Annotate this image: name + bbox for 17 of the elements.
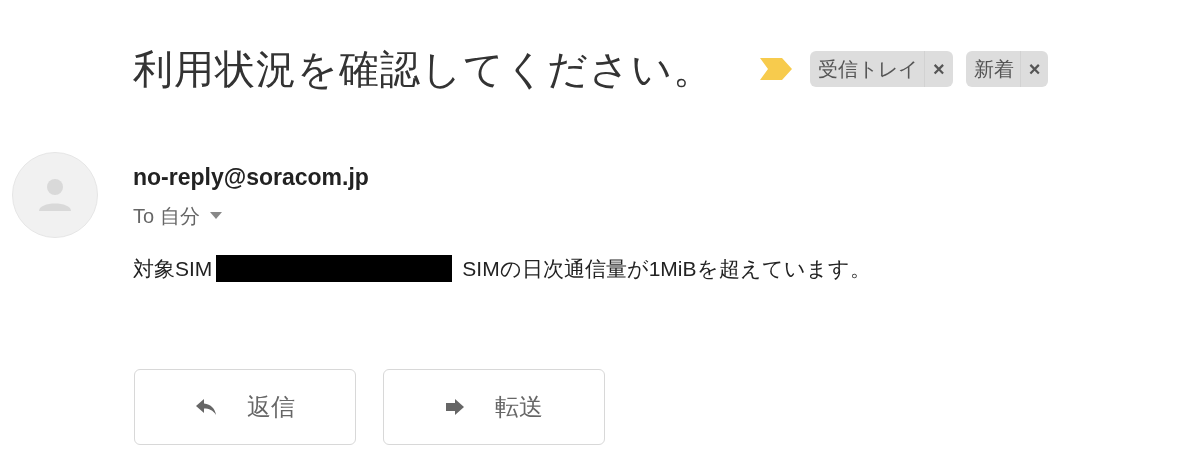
body-text: 対象SIM	[133, 255, 213, 282]
reply-icon	[195, 398, 217, 416]
dropdown-caret-icon[interactable]	[210, 212, 223, 219]
recipient-prefix: To	[133, 203, 155, 229]
sender-email: no-reply@soracom.jp	[133, 163, 370, 192]
label-name[interactable]: 新着	[965, 54, 1020, 84]
body-text: SIMの日次通信量が1MiBを超えています。	[462, 255, 871, 282]
arrow-right-icon	[445, 398, 465, 416]
email-subject: 利用状況を確認してください。	[133, 46, 714, 93]
remove-label-button[interactable]: ×	[924, 51, 953, 87]
remove-label-button[interactable]: ×	[1019, 51, 1049, 87]
label-name[interactable]: 受信トレイ	[810, 54, 924, 84]
person-icon	[38, 177, 72, 213]
important-marker-icon[interactable]	[758, 58, 794, 80]
recipient-name: 自分	[160, 203, 201, 229]
reply-button[interactable]: 返信	[134, 369, 356, 445]
forward-button[interactable]: 転送	[383, 369, 605, 445]
